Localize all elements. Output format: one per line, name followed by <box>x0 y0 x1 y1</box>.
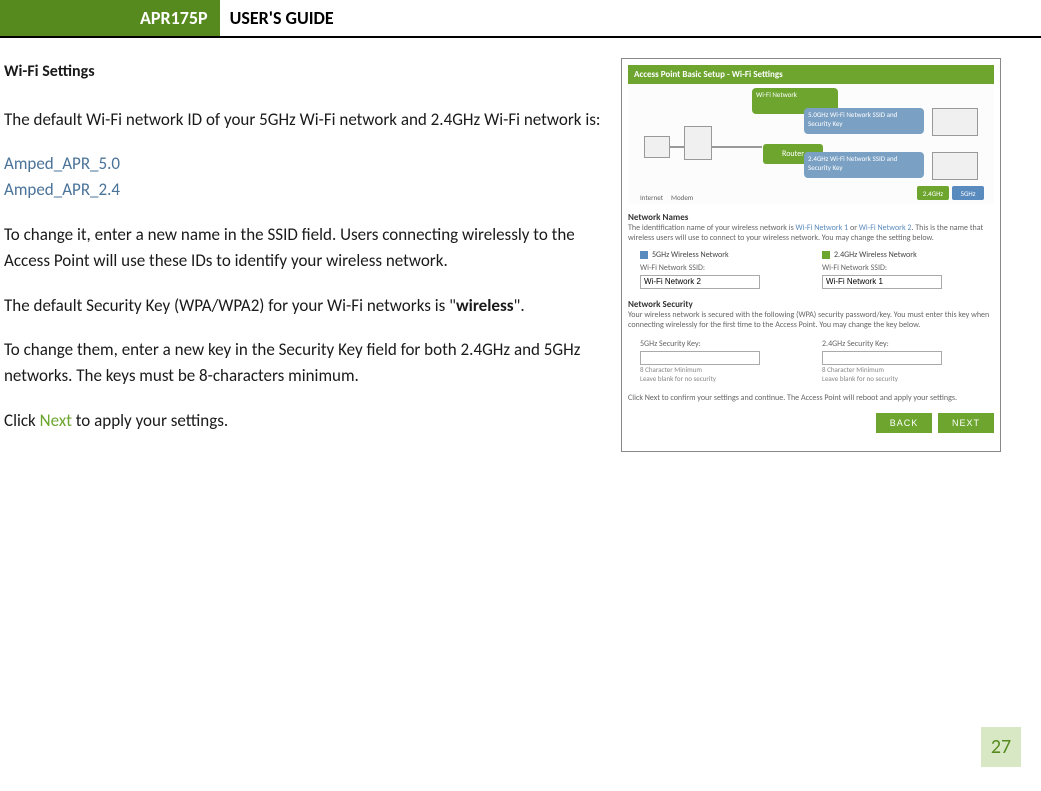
default-ssid-list: Amped_APR_5.0 Amped_APR_2.4 <box>4 151 603 204</box>
back-button[interactable]: BACK <box>876 413 932 433</box>
laptop-icon <box>932 108 978 136</box>
security-columns: 5GHz Security Key: 8 Character Minimum L… <box>640 337 994 383</box>
screenshot-button-row: BACK NEXT <box>628 413 994 433</box>
band-pills: 2.4GHz 5GHz <box>917 186 984 200</box>
ssid-col-5ghz: 5GHz Wireless Network Wi-Fi Network SSID… <box>640 250 812 289</box>
key-5ghz-input[interactable] <box>640 351 760 365</box>
screenshot-footer-note: Click Next to confirm your settings and … <box>628 393 994 403</box>
header-title: USER'S GUIDE <box>220 0 334 36</box>
network-names-heading: Network Names <box>628 212 994 223</box>
internet-icon <box>644 136 670 158</box>
pill-5ghz: 5GHz <box>952 186 984 200</box>
network-names-desc: The identification name of your wireless… <box>628 223 994 244</box>
paragraph-default-ssid-intro: The default Wi-Fi network ID of your 5GH… <box>4 107 603 133</box>
pill-24ghz: 2.4GHz <box>917 186 949 200</box>
paragraph-default-key: The default Security Key (WPA/WPA2) for … <box>4 293 603 319</box>
key-col-5ghz: 5GHz Security Key: 8 Character Minimum L… <box>640 337 812 383</box>
square-icon <box>640 251 648 259</box>
default-key-value: wireless <box>456 295 514 316</box>
network-security-desc: Your wireless network is secured with th… <box>628 310 994 331</box>
embedded-screenshot: Access Point Basic Setup - Wi-Fi Setting… <box>621 58 1001 452</box>
body-text-column: Wi-Fi Settings The default Wi-Fi network… <box>4 58 603 452</box>
network-security-heading: Network Security <box>628 299 994 310</box>
ssid-columns: 5GHz Wireless Network Wi-Fi Network SSID… <box>640 250 994 289</box>
modem-icon <box>684 126 712 160</box>
page-header: APR175P USER'S GUIDE <box>0 0 1041 38</box>
ssid-24ghz-input[interactable] <box>822 275 942 289</box>
key-col-24ghz: 2.4GHz Security Key: 8 Character Minimum… <box>822 337 994 383</box>
key-24ghz-input[interactable] <box>822 351 942 365</box>
section-heading: Wi-Fi Settings <box>4 60 603 85</box>
header-model-badge: APR175P <box>0 0 220 36</box>
ssid-5ghz: Amped_APR_5.0 <box>4 153 120 174</box>
ssid-24ghz: Amped_APR_2.4 <box>4 179 120 200</box>
laptop-icon <box>932 152 978 180</box>
ssid-col-24ghz: 2.4GHz Wireless Network Wi-Fi Network SS… <box>822 250 994 289</box>
content-area: Wi-Fi Settings The default Wi-Fi network… <box>0 38 1041 452</box>
network-diagram: Router Wi-Fi Network 5.0GHz Wi-Fi Networ… <box>628 84 994 204</box>
wifi-24ghz-callout: 2.4GHz Wi-Fi Network SSID and Security K… <box>804 152 924 178</box>
next-text: Next <box>40 410 72 431</box>
screenshot-title-bar: Access Point Basic Setup - Wi-Fi Setting… <box>628 65 994 84</box>
wifi-5ghz-callout: 5.0GHz Wi-Fi Network SSID and Security K… <box>804 108 924 134</box>
paragraph-key-change: To change them, enter a new key in the S… <box>4 337 603 390</box>
paragraph-click-next: Click Next to apply your settings. <box>4 408 603 434</box>
page-number: 27 <box>981 727 1021 767</box>
square-icon <box>822 251 830 259</box>
diagram-device-labels: Internet Modem <box>640 193 693 202</box>
paragraph-ssid-change: To change it, enter a new name in the SS… <box>4 222 603 275</box>
ssid-5ghz-input[interactable] <box>640 275 760 289</box>
next-button[interactable]: NEXT <box>938 413 994 433</box>
